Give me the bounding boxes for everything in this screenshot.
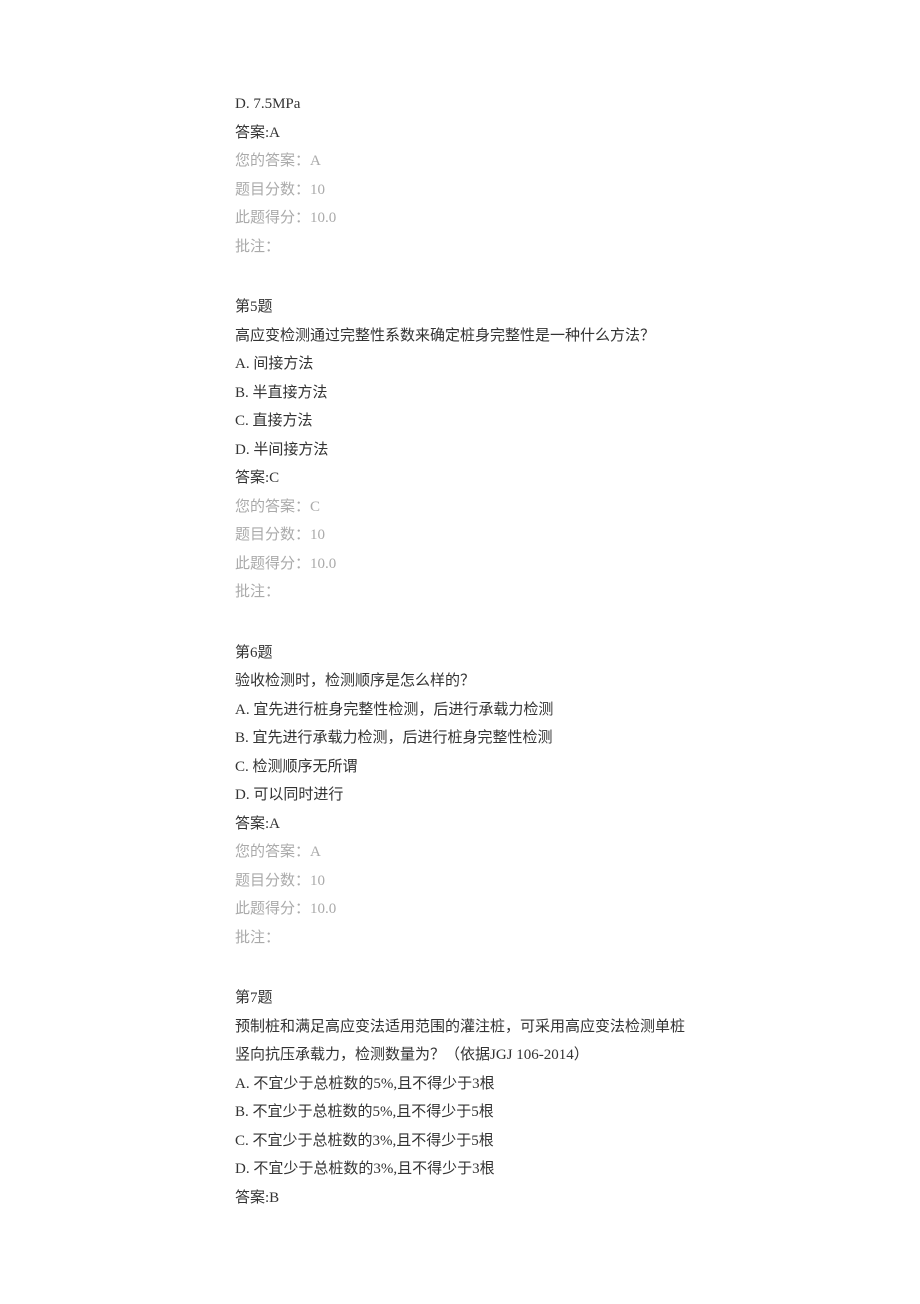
option-text: D. 不宜少于总桩数的3%,且不得少于3根 — [235, 1155, 685, 1184]
option-text: B. 宜先进行承载力检测，后进行桩身完整性检测 — [235, 724, 685, 753]
option-text: B. 不宜少于总桩数的5%,且不得少于5根 — [235, 1098, 685, 1127]
question-header: 第7题 — [235, 984, 685, 1013]
question-5: 第5题 高应变检测通过完整性系数来确定桩身完整性是一种什么方法？ A. 间接方法… — [235, 293, 685, 607]
answer-line: 答案:B — [235, 1184, 685, 1213]
option-text: A. 间接方法 — [235, 350, 685, 379]
question-stem: 验收检测时，检测顺序是怎么样的？ — [235, 667, 685, 696]
option-text: C. 不宜少于总桩数的3%,且不得少于5根 — [235, 1127, 685, 1156]
question-header: 第6题 — [235, 639, 685, 668]
score-total-line: 题目分数：10 — [235, 176, 685, 205]
your-answer-line: 您的答案：A — [235, 838, 685, 867]
remark-line: 批注： — [235, 233, 685, 262]
your-answer-line: 您的答案：A — [235, 147, 685, 176]
score-got-line: 此题得分：10.0 — [235, 204, 685, 233]
option-text: A. 宜先进行桩身完整性检测，后进行承载力检测 — [235, 696, 685, 725]
question-header: 第5题 — [235, 293, 685, 322]
remark-line: 批注： — [235, 924, 685, 953]
score-total-line: 题目分数：10 — [235, 867, 685, 896]
question-7: 第7题 预制桩和满足高应变法适用范围的灌注桩，可采用高应变法检测单桩竖向抗压承载… — [235, 984, 685, 1212]
score-total-line: 题目分数：10 — [235, 521, 685, 550]
option-text: D. 7.5MPa — [235, 90, 685, 119]
your-answer-line: 您的答案：C — [235, 493, 685, 522]
option-text: A. 不宜少于总桩数的5%,且不得少于3根 — [235, 1070, 685, 1099]
question-stem: 预制桩和满足高应变法适用范围的灌注桩，可采用高应变法检测单桩竖向抗压承载力，检测… — [235, 1013, 685, 1070]
option-text: D. 可以同时进行 — [235, 781, 685, 810]
option-text: D. 半间接方法 — [235, 436, 685, 465]
score-got-line: 此题得分：10.0 — [235, 895, 685, 924]
question-stem: 高应变检测通过完整性系数来确定桩身完整性是一种什么方法？ — [235, 322, 685, 351]
score-got-line: 此题得分：10.0 — [235, 550, 685, 579]
option-text: C. 直接方法 — [235, 407, 685, 436]
answer-line: 答案:A — [235, 810, 685, 839]
answer-line: 答案:C — [235, 464, 685, 493]
option-text: B. 半直接方法 — [235, 379, 685, 408]
question-4-partial: D. 7.5MPa 答案:A 您的答案：A 题目分数：10 此题得分：10.0 … — [235, 90, 685, 261]
answer-line: 答案:A — [235, 119, 685, 148]
document-page: D. 7.5MPa 答案:A 您的答案：A 题目分数：10 此题得分：10.0 … — [0, 0, 920, 1304]
option-text: C. 检测顺序无所谓 — [235, 753, 685, 782]
remark-line: 批注： — [235, 578, 685, 607]
question-6: 第6题 验收检测时，检测顺序是怎么样的？ A. 宜先进行桩身完整性检测，后进行承… — [235, 639, 685, 953]
